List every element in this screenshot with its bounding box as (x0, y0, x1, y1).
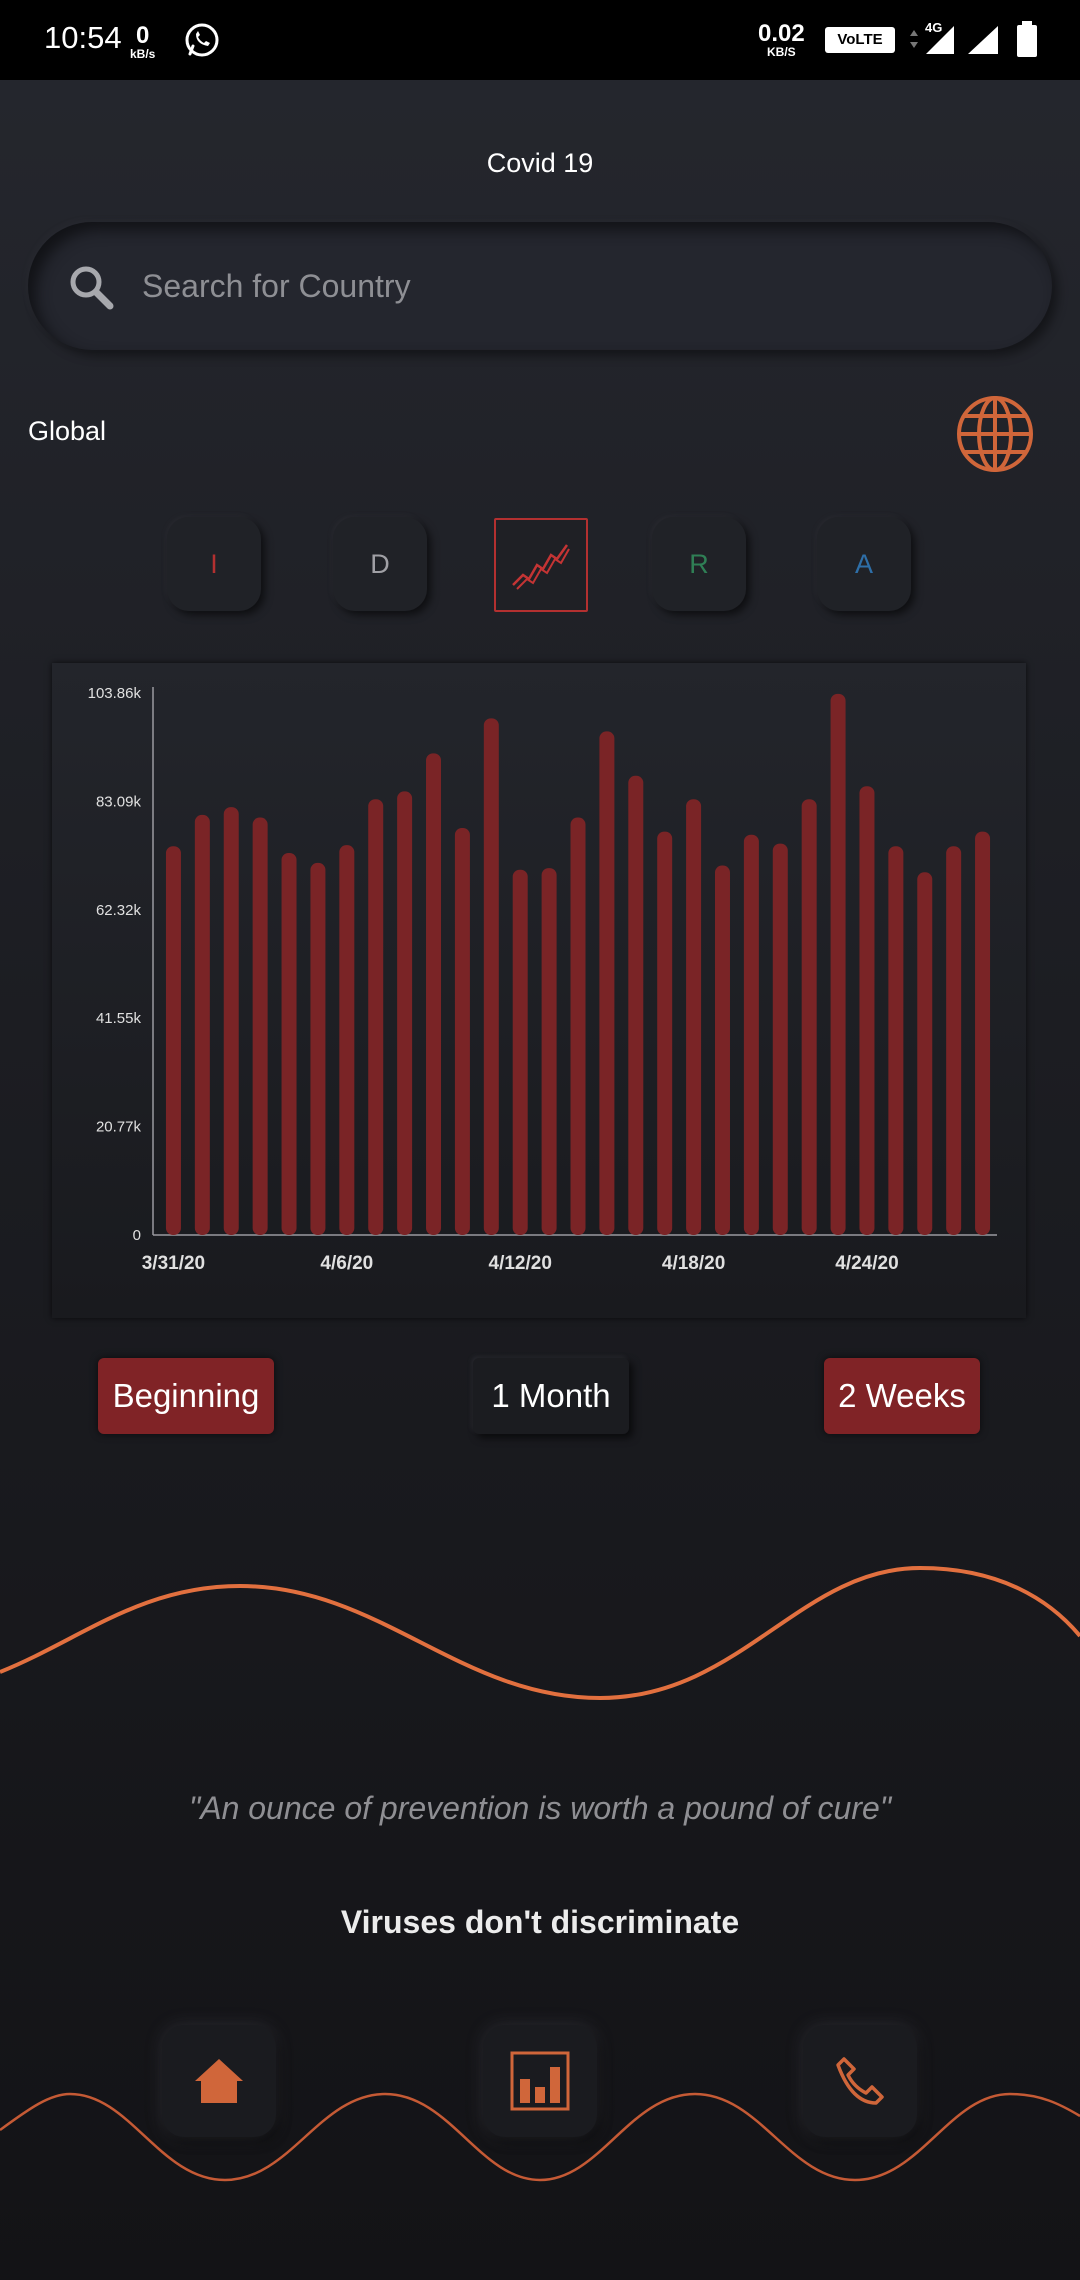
bar (743, 834, 759, 1235)
y-tick-label: 103.86k (88, 685, 142, 702)
bar (483, 718, 499, 1235)
home-button[interactable] (162, 2025, 276, 2137)
bar (223, 807, 239, 1235)
y-tick-label: 0 (133, 1227, 141, 1244)
home-icon (195, 2059, 243, 2103)
signal-icon-2 (968, 26, 998, 54)
x-tick-label: 3/31/20 (142, 1253, 205, 1274)
two-weeks-button[interactable]: 2 Weeks (824, 1358, 980, 1434)
volte-badge: VoLTE (825, 27, 895, 53)
y-tick-label: 62.32k (96, 902, 142, 919)
network-speed-left: 0 kB/s (130, 22, 156, 61)
one-month-button[interactable]: 1 Month (473, 1358, 629, 1434)
bar (859, 786, 875, 1235)
network-speed-right: 0.02 KB/S (758, 20, 805, 59)
search-input[interactable] (140, 252, 1004, 320)
quote-text: "An ounce of prevention is worth a pound… (188, 1790, 892, 1826)
infected-button[interactable]: I (167, 517, 261, 611)
bar (772, 843, 788, 1235)
x-tick-label: 4/24/20 (835, 1253, 898, 1274)
bar (599, 731, 615, 1235)
bar (975, 831, 991, 1235)
whatsapp-icon (185, 23, 219, 57)
x-tick-label: 4/6/20 (320, 1253, 373, 1274)
bar (281, 853, 297, 1235)
status-bar: 10:54 0 kB/s 0.02 KB/S VoLTE 4G (0, 0, 1080, 80)
region-label: Global (28, 416, 107, 446)
bar (570, 817, 586, 1235)
battery-icon (1017, 21, 1037, 57)
recovered-button-label: R (689, 548, 709, 579)
active-button-label: A (854, 548, 873, 579)
recovered-button[interactable]: R (652, 517, 746, 611)
bar (946, 846, 962, 1235)
call-button[interactable] (803, 2025, 917, 2137)
bar (888, 846, 904, 1235)
deaths-button[interactable]: D (333, 517, 427, 611)
bar (714, 865, 730, 1235)
one-month-button-label: 1 Month (491, 1377, 611, 1414)
x-tick-label: 4/18/20 (662, 1253, 725, 1274)
deaths-button-label: D (370, 548, 390, 579)
bar (194, 814, 210, 1235)
bar (165, 846, 181, 1235)
bar (339, 845, 355, 1235)
decorative-wave (0, 1565, 1080, 1701)
trend-button[interactable] (494, 518, 588, 612)
cases-chart: 0 20.77k 41.55k 62.32k 83.09k 103.86k 3/31/20 4… (52, 663, 1026, 1318)
bar-chart: 0 20.77k 41.55k 62.32k 83.09k 103.86k 3/31/20 4… (88, 685, 997, 1274)
bar (310, 862, 326, 1235)
x-tick-label: 4/12/20 (489, 1253, 552, 1274)
slogan-text: Viruses don't discriminate (340, 1904, 740, 1940)
search-bar[interactable] (28, 222, 1052, 350)
globe-icon[interactable] (955, 394, 1035, 474)
bar (512, 869, 528, 1235)
bar (454, 827, 470, 1235)
infected-button-label: I (210, 548, 218, 579)
beginning-button-label: Beginning (112, 1377, 260, 1414)
stats-button[interactable] (483, 2025, 597, 2137)
two-weeks-button-label: 2 Weeks (838, 1377, 966, 1414)
bar-chart-icon (510, 2051, 570, 2111)
trend-icon (512, 544, 570, 590)
y-tick-label: 83.09k (96, 793, 142, 810)
bar (830, 693, 846, 1235)
bar (686, 799, 702, 1235)
bar (628, 775, 644, 1235)
bar (657, 831, 673, 1235)
signal-icon-1 (910, 26, 954, 54)
bar (426, 753, 442, 1235)
bar (541, 868, 557, 1235)
bar (252, 817, 268, 1235)
bar (917, 872, 933, 1235)
phone-icon (836, 2057, 884, 2105)
page-title: Covid 19 (486, 148, 594, 178)
bar (801, 799, 817, 1235)
y-tick-label: 41.55k (96, 1010, 142, 1027)
bar (368, 799, 384, 1235)
status-time: 10:54 (44, 20, 122, 55)
y-tick-label: 20.77k (96, 1119, 142, 1136)
active-button[interactable]: A (817, 517, 911, 611)
bar (397, 791, 413, 1235)
search-icon (70, 266, 114, 310)
beginning-button[interactable]: Beginning (98, 1358, 274, 1434)
